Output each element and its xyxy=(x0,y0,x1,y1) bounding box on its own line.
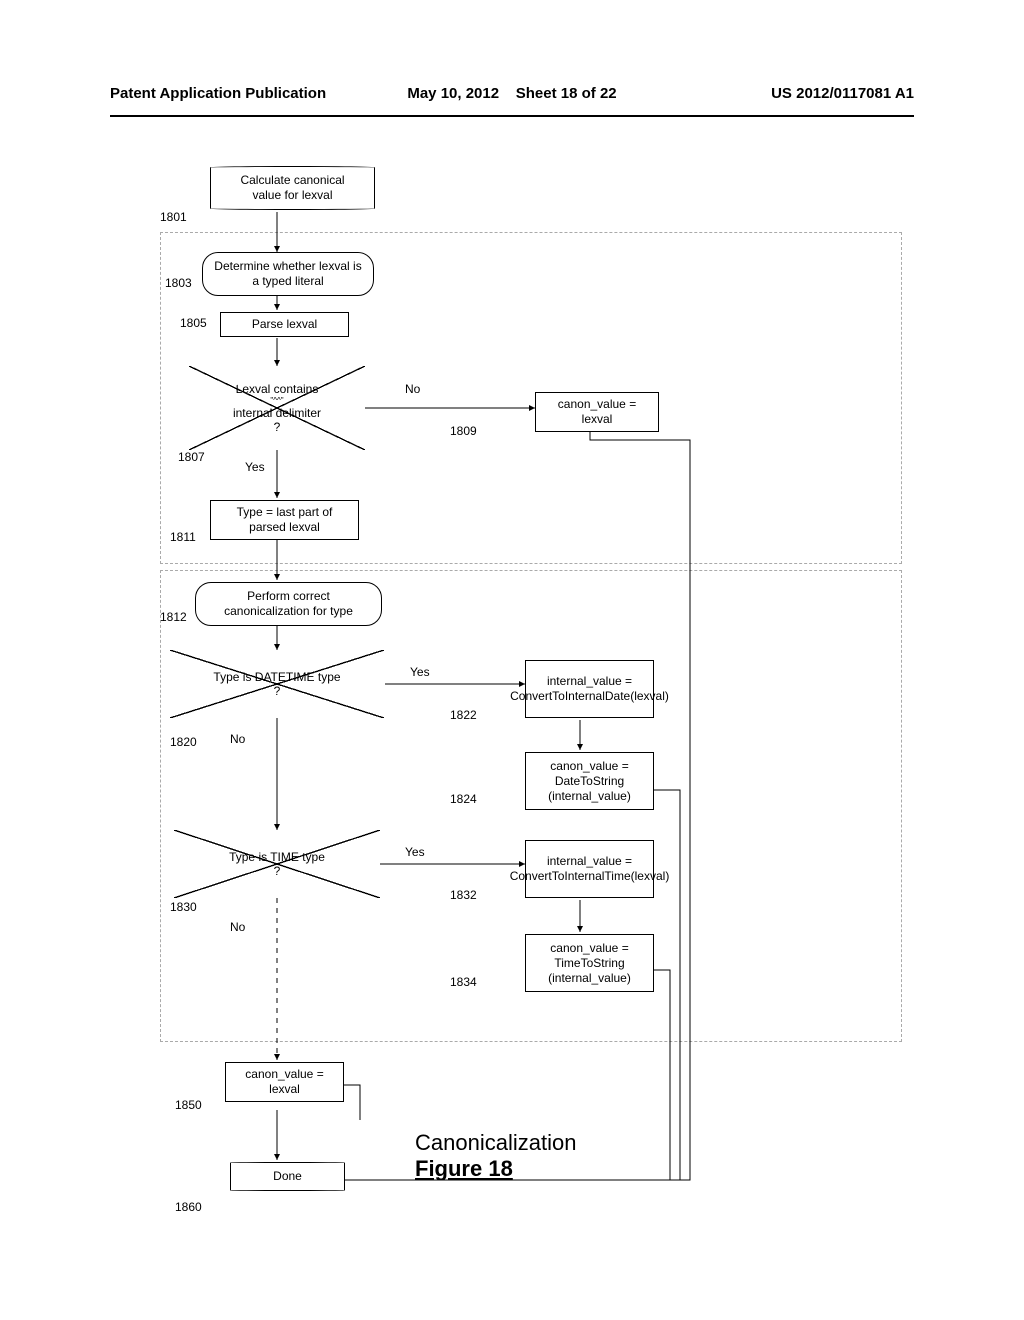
ref-1811: 1811 xyxy=(170,530,196,544)
figure-caption: Canonicalization Figure 18 xyxy=(415,1130,576,1182)
ref-1822: 1822 xyxy=(450,708,477,722)
node-done: Done xyxy=(230,1162,345,1191)
node-1822-text: internal_value = ConvertToInternalDate(l… xyxy=(510,674,669,704)
node-1830-l2: ? xyxy=(274,864,281,878)
node-done-text: Done xyxy=(273,1169,302,1184)
node-1834: canon_value = TimeToString (internal_val… xyxy=(525,934,654,992)
node-1820-l1: Type is DATETIME type xyxy=(213,670,340,684)
label-1807-yes: Yes xyxy=(245,460,265,474)
ref-1805: 1805 xyxy=(180,316,207,330)
node-1809-text: canon_value = lexval xyxy=(542,397,652,427)
node-1834-text: canon_value = TimeToString (internal_val… xyxy=(532,941,647,986)
page-header: Patent Application Publication May 10, 2… xyxy=(110,85,914,117)
header-docnum: US 2012/0117081 A1 xyxy=(646,85,914,115)
node-start-text: Calculate canonical value for lexval xyxy=(225,173,360,203)
ref-1850: 1850 xyxy=(175,1098,202,1112)
ref-1801: 1801 xyxy=(160,210,187,224)
node-1820-l2: ? xyxy=(274,684,281,698)
node-1832-text: internal_value = ConvertToInternalTime(l… xyxy=(510,854,670,884)
header-left: Patent Application Publication xyxy=(110,85,378,115)
node-1832: internal_value = ConvertToInternalTime(l… xyxy=(525,840,654,898)
ref-1830: 1830 xyxy=(170,900,197,914)
node-1850-text: canon_value = lexval xyxy=(232,1067,337,1097)
header-sheet: Sheet 18 of 22 xyxy=(516,85,617,102)
label-1820-yes: Yes xyxy=(410,665,430,679)
header-mid: May 10, 2012 Sheet 18 of 22 xyxy=(378,85,646,115)
figure-title-text: Canonicalization xyxy=(415,1130,576,1156)
node-1812-text: Perform correct canonicalization for typ… xyxy=(206,589,371,619)
label-1807-no: No xyxy=(405,382,420,396)
node-1824-text: canon_value = DateToString (internal_val… xyxy=(532,759,647,804)
figure-number: Figure 18 xyxy=(415,1156,576,1182)
ref-1809: 1809 xyxy=(450,424,477,438)
ref-1834: 1834 xyxy=(450,975,477,989)
ref-1832: 1832 xyxy=(450,888,477,902)
node-1807-l3: internal delimiter xyxy=(233,406,321,420)
node-start: Calculate canonical value for lexval xyxy=(210,166,375,210)
node-1807-l2: "^^" xyxy=(270,396,283,406)
ref-1807: 1807 xyxy=(178,450,205,464)
node-1805: Parse lexval xyxy=(220,312,349,337)
node-1830-l1: Type is TIME type xyxy=(229,850,325,864)
node-1822: internal_value = ConvertToInternalDate(l… xyxy=(525,660,654,718)
flowchart-canvas: Calculate canonical value for lexval 180… xyxy=(130,160,910,1260)
node-1809: canon_value = lexval xyxy=(535,392,659,432)
node-1850: canon_value = lexval xyxy=(225,1062,344,1102)
node-1807-l1: Lexval contains xyxy=(236,382,319,396)
node-1805-text: Parse lexval xyxy=(252,317,317,332)
node-1811-text: Type = last part of parsed lexval xyxy=(217,505,352,535)
label-1820-no: No xyxy=(230,732,245,746)
ref-1812: 1812 xyxy=(160,610,187,624)
label-1830-no: No xyxy=(230,920,245,934)
node-1811: Type = last part of parsed lexval xyxy=(210,500,359,540)
node-1807-l4: ? xyxy=(274,420,281,434)
ref-1860: 1860 xyxy=(175,1200,202,1214)
ref-1820: 1820 xyxy=(170,735,197,749)
ref-1824: 1824 xyxy=(450,792,477,806)
ref-1803: 1803 xyxy=(165,276,192,290)
header-date: May 10, 2012 xyxy=(407,85,499,102)
node-1803: Determine whether lexval is a typed lite… xyxy=(202,252,374,296)
node-1824: canon_value = DateToString (internal_val… xyxy=(525,752,654,810)
label-1830-yes: Yes xyxy=(405,845,425,859)
node-1812: Perform correct canonicalization for typ… xyxy=(195,582,382,626)
node-1803-text: Determine whether lexval is a typed lite… xyxy=(213,259,363,289)
